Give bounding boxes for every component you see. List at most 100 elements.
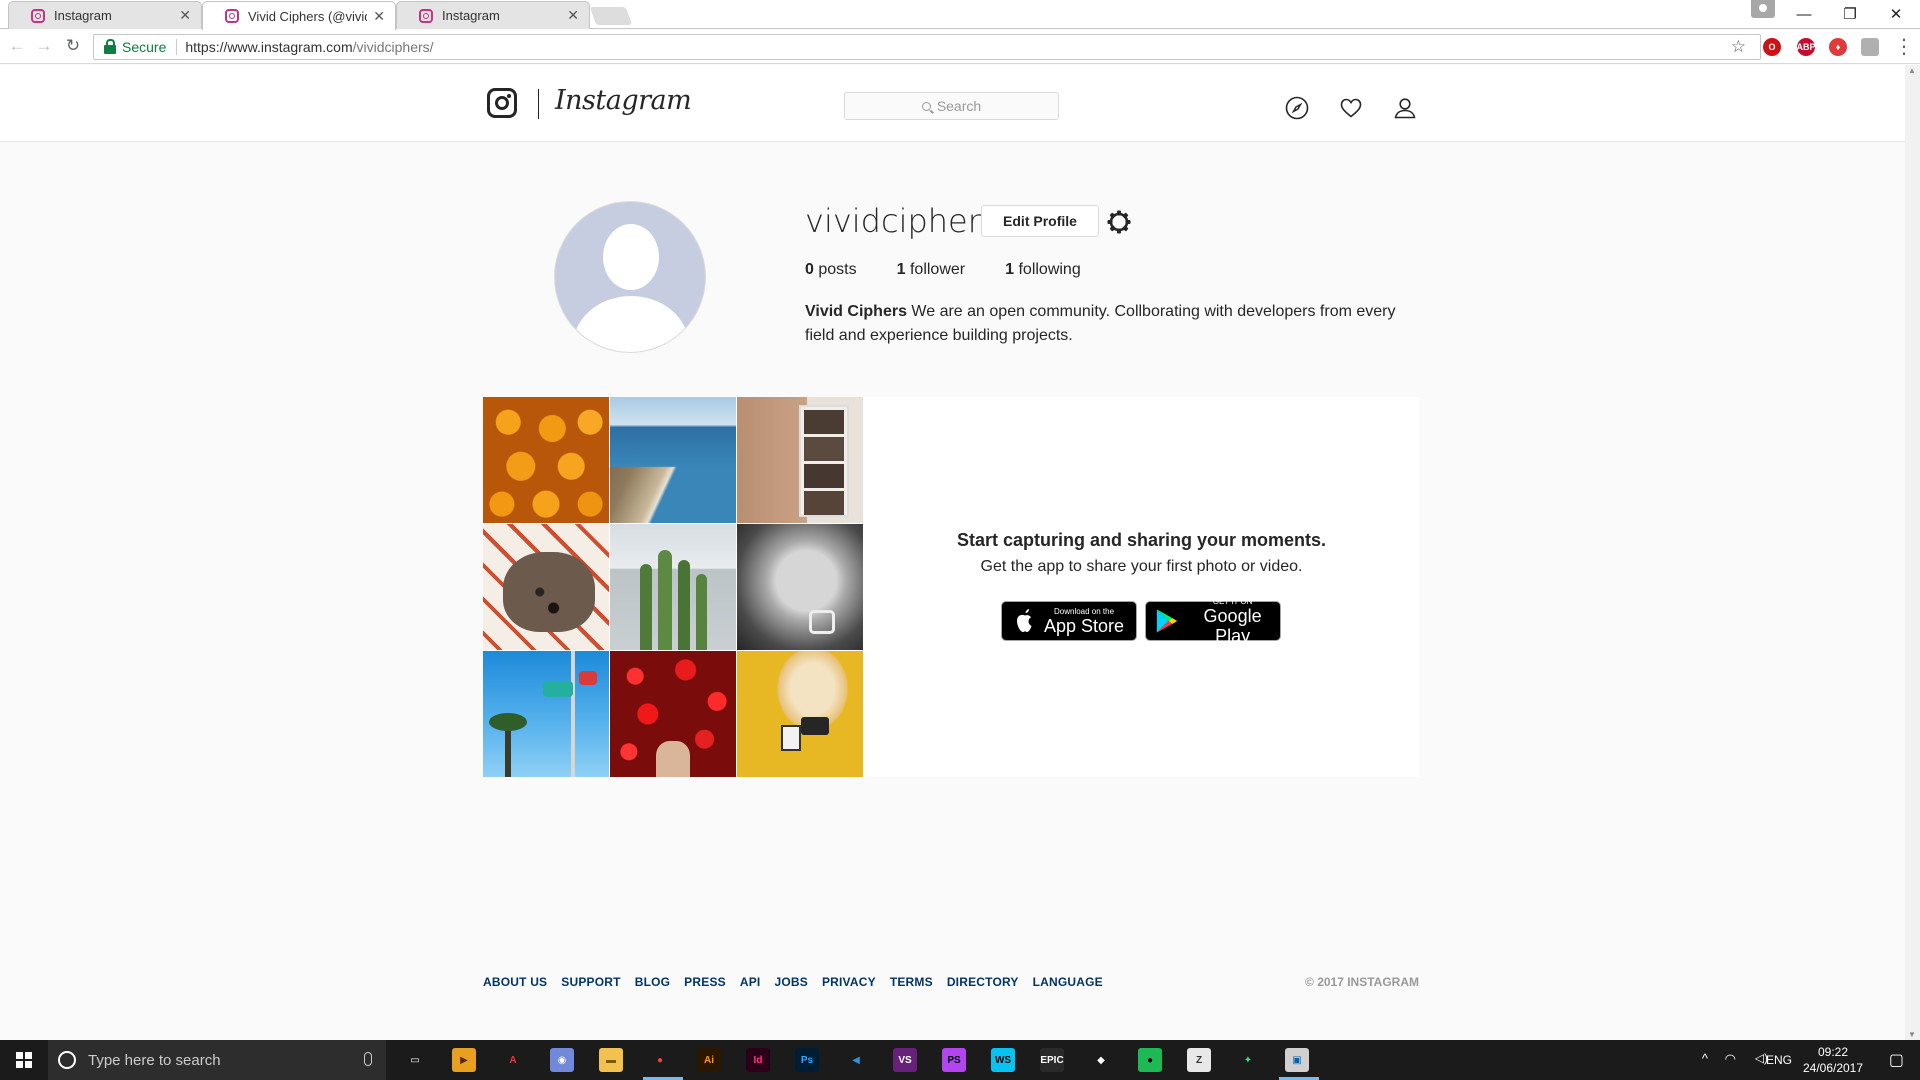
google-play-badge[interactable]: GET IT ON Google Play — [1145, 597, 1281, 646]
start-button[interactable] — [0, 1040, 48, 1080]
apple-icon — [1017, 609, 1032, 632]
zbrush-icon[interactable]: Z — [1187, 1048, 1211, 1072]
logo-divider — [538, 89, 539, 119]
profile-bio: Vivid Ciphers We are an open community. … — [805, 300, 1405, 348]
minimize-icon[interactable]: — — [1781, 0, 1827, 28]
reload-icon[interactable]: ↻ — [62, 35, 84, 57]
cactus-photo — [610, 524, 736, 650]
bio-full-name: Vivid Ciphers — [805, 303, 907, 320]
visual-studio-icon[interactable]: VS — [893, 1048, 917, 1072]
compass-icon[interactable] — [1285, 96, 1309, 120]
microphone-icon[interactable] — [364, 1052, 372, 1066]
clock[interactable]: 09:22 24/06/2017 — [1798, 1044, 1868, 1076]
footer-link-terms[interactable]: TERMS — [890, 975, 933, 989]
tab-close-icon[interactable]: ✕ — [179, 7, 191, 24]
discord-icon[interactable]: ◉ — [550, 1048, 574, 1072]
footer-link-directory[interactable]: DIRECTORY — [947, 975, 1019, 989]
copyright: © 2017 INSTAGRAM — [1305, 975, 1419, 989]
extension-icon[interactable] — [1861, 38, 1879, 56]
instagram-camera-logo-icon[interactable] — [487, 88, 517, 118]
footer-link-privacy[interactable]: PRIVACY — [822, 975, 876, 989]
photoshop-icon[interactable]: Ps — [795, 1048, 819, 1072]
windows-logo-icon — [16, 1052, 32, 1068]
restore-icon[interactable]: ❐ — [1827, 0, 1873, 28]
footer-link-language[interactable]: LANGUAGE — [1033, 975, 1103, 989]
tab-title: Instagram — [54, 8, 112, 23]
notifications-icon[interactable]: ▢ — [1889, 1050, 1904, 1070]
secure-label: Secure — [122, 39, 178, 55]
stat-number: 1 — [1005, 261, 1015, 278]
baby-photo — [737, 524, 863, 650]
back-icon[interactable]: ← — [6, 35, 28, 57]
tab-close-icon[interactable]: ✕ — [567, 7, 579, 24]
unity-icon[interactable]: ◆ — [1089, 1048, 1113, 1072]
task-view-icon[interactable]: ▭ — [403, 1048, 427, 1072]
forward-icon[interactable]: → — [33, 35, 55, 57]
chrome-icon[interactable]: ● — [648, 1048, 672, 1072]
url-text[interactable]: https://www.instagram.com/vividciphers/ — [185, 39, 433, 55]
tab-instagram-1[interactable]: Instagram ✕ — [8, 1, 202, 29]
search-placeholder: Search — [936, 98, 982, 114]
page-scrollbar[interactable] — [1905, 65, 1920, 1040]
footer-link-support[interactable]: SUPPORT — [561, 975, 620, 989]
promo-title: Start capturing and sharing your moments… — [956, 530, 1327, 550]
new-tab-button[interactable] — [589, 7, 633, 25]
followers-link[interactable]: 1 follower — [897, 261, 966, 279]
vscode-icon[interactable]: ◀ — [844, 1048, 868, 1072]
oranges-photo — [483, 397, 609, 523]
close-window-icon[interactable]: ✕ — [1873, 0, 1919, 28]
instagram-favicon-icon — [419, 8, 433, 23]
taskbar-search-box[interactable]: Type here to search — [48, 1040, 386, 1080]
tab-instagram-2[interactable]: Instagram ✕ — [396, 1, 590, 29]
footer-link-about[interactable]: ABOUT US — [483, 975, 547, 989]
browser-tab-strip: Instagram ✕ Vivid Ciphers (@vividcip ✕ I… — [0, 0, 1920, 30]
adblock-plus-icon[interactable]: ABP — [1797, 38, 1816, 56]
person-icon[interactable] — [1393, 96, 1417, 120]
indesign-icon[interactable]: Id — [746, 1048, 770, 1072]
file-explorer-icon[interactable]: ▬ — [599, 1048, 623, 1072]
browser-menu-icon[interactable]: ⋮ — [1893, 35, 1915, 58]
opera-icon[interactable]: O — [1763, 38, 1781, 56]
spotify-icon[interactable]: ● — [1138, 1048, 1162, 1072]
network-icon[interactable]: ◠ — [1725, 1051, 1736, 1067]
google-play-big-text: Google Play — [1203, 605, 1262, 646]
android-icon[interactable]: ✦ — [1236, 1048, 1260, 1072]
footer-link-press[interactable]: PRESS — [684, 975, 726, 989]
media-app-icon[interactable]: ▶ — [452, 1048, 476, 1072]
clock-time: 09:22 — [1817, 1045, 1849, 1059]
browser-toolbar: ← → ↻ Secure https://www.instagram.com/v… — [0, 30, 1920, 64]
dog-photo — [483, 524, 609, 650]
gear-icon[interactable] — [1106, 209, 1132, 235]
tab-title: Instagram — [442, 8, 500, 23]
edit-profile-button[interactable]: Edit Profile — [981, 205, 1099, 237]
search-input[interactable]: Search — [844, 92, 1059, 120]
footer-link-blog[interactable]: BLOG — [635, 975, 670, 989]
webstorm-icon[interactable]: WS — [991, 1048, 1015, 1072]
remote-desktop-icon[interactable]: ▣ — [1285, 1048, 1309, 1072]
avatar[interactable] — [554, 201, 706, 353]
browser-profile-icon[interactable] — [1751, 0, 1775, 18]
app-store-badge[interactable]: Download on the App Store — [1001, 601, 1137, 641]
phpstorm-icon[interactable]: PS — [942, 1048, 966, 1072]
instagram-favicon-icon — [225, 9, 239, 23]
promo-subtitle: Get the app to share your first photo or… — [980, 558, 1303, 575]
footer-link-jobs[interactable]: JOBS — [774, 975, 807, 989]
tab-vivid-ciphers[interactable]: Vivid Ciphers (@vividcip ✕ — [202, 1, 396, 30]
stat-label: follower — [909, 261, 966, 278]
epic-games-icon[interactable]: EPIC — [1040, 1048, 1064, 1072]
acrobat-icon[interactable]: A — [501, 1048, 525, 1072]
address-bar[interactable]: Secure https://www.instagram.com/vividci… — [93, 34, 1761, 60]
instagram-wordmark[interactable]: Instagram — [555, 85, 692, 116]
shield-icon[interactable]: ♦ — [1829, 38, 1847, 56]
footer-link-api[interactable]: API — [740, 975, 761, 989]
bookmark-star-icon[interactable]: ☆ — [1731, 37, 1746, 57]
language-indicator[interactable]: ENG — [1766, 1053, 1792, 1067]
tray-overflow-icon[interactable]: ^ — [1702, 1051, 1708, 1066]
heart-icon[interactable] — [1339, 96, 1363, 120]
following-link[interactable]: 1 following — [1005, 261, 1081, 279]
illustrator-icon[interactable]: Ai — [697, 1048, 721, 1072]
tab-close-icon[interactable]: ✕ — [373, 8, 385, 25]
avatar-body-silhouette — [573, 296, 689, 352]
avatar-head-silhouette — [603, 224, 659, 290]
instagram-favicon-icon — [31, 8, 45, 23]
